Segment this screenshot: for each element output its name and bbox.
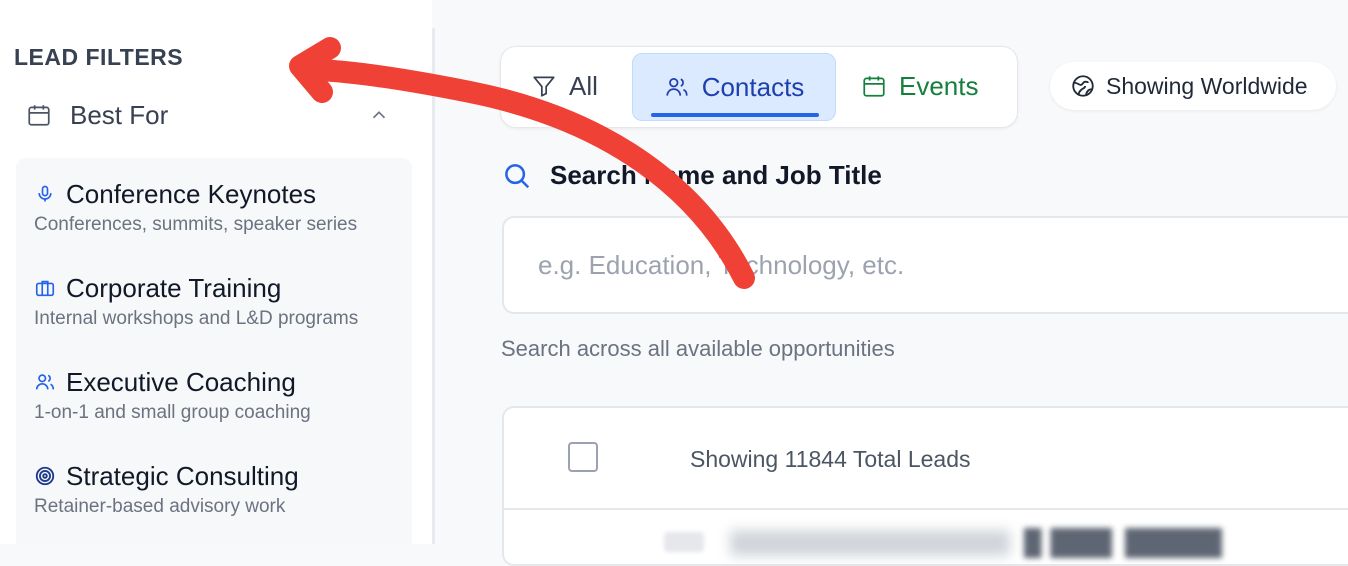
lead-type-tabs: All Contacts Events — [500, 46, 1018, 128]
option-title: Conference Keynotes — [66, 178, 317, 209]
tab-contacts[interactable]: Contacts — [632, 53, 836, 121]
option-title: Executive Coaching — [66, 366, 296, 397]
option-conference-keynotes[interactable]: Conference Keynotes Conferences, summits… — [34, 176, 404, 236]
microphone-icon — [34, 183, 56, 205]
chevron-up-icon[interactable] — [368, 104, 390, 126]
calendar-icon — [863, 76, 885, 97]
search-icon — [505, 163, 530, 188]
lead-filters-heading: LEAD FILTERS — [14, 44, 184, 70]
search-heading: Search Name and Job Title — [502, 160, 882, 191]
location-scope-button[interactable]: Showing Worldwide — [1050, 62, 1336, 110]
lead-count-label: Showing 11844 Total Leads — [690, 446, 971, 472]
option-executive-coaching[interactable]: Executive Coaching 1-on-1 and small grou… — [34, 364, 404, 424]
search-hint: Search across all available opportunitie… — [501, 336, 895, 361]
option-strategic-consulting[interactable]: Strategic Consulting Retainer-based advi… — [34, 458, 404, 518]
table-row-placeholder — [664, 532, 704, 552]
option-description: 1-on-1 and small group coaching — [34, 402, 311, 423]
table-header: Showing 11844 Total Leads — [504, 408, 1348, 510]
search-input[interactable] — [502, 216, 1348, 314]
lead-filters-sidebar: LEAD FILTERS Best For Conference Keynote… — [0, 0, 432, 544]
tab-all[interactable]: All — [531, 53, 598, 119]
calendar-icon — [28, 105, 50, 126]
option-description: Conferences, summits, speaker series — [34, 214, 358, 235]
option-description: Internal workshops and L&D programs — [34, 308, 359, 329]
select-all-checkbox[interactable] — [568, 442, 598, 472]
search-heading-text: Search Name and Job Title — [550, 160, 882, 190]
blurred-row-text — [1024, 528, 1244, 558]
best-for-options-list: Conference Keynotes Conferences, summits… — [16, 158, 412, 544]
filter-icon — [533, 76, 555, 97]
tab-contacts-label: Contacts — [701, 71, 805, 102]
option-corporate-training[interactable]: Corporate Training Internal workshops an… — [34, 270, 404, 330]
tab-events-label: Events — [899, 70, 979, 101]
best-for-label: Best For — [70, 99, 169, 130]
tab-events[interactable]: Events — [861, 53, 979, 119]
tab-all-label: All — [569, 70, 598, 101]
users-icon — [34, 371, 56, 393]
target-icon — [34, 465, 56, 487]
sidebar-divider — [432, 28, 435, 544]
best-for-section-toggle[interactable]: Best For — [26, 96, 396, 134]
option-title: Corporate Training — [66, 272, 282, 303]
option-description: Retainer-based advisory work — [34, 496, 286, 517]
briefcase-icon — [34, 277, 56, 299]
blurred-avatar-name — [730, 530, 1010, 556]
option-title: Strategic Consulting — [66, 460, 299, 491]
leads-table: Showing 11844 Total Leads — [502, 406, 1348, 566]
globe-icon — [1072, 75, 1094, 97]
active-tab-indicator — [651, 113, 819, 117]
location-scope-label: Showing Worldwide — [1106, 72, 1308, 99]
users-icon — [666, 78, 688, 96]
